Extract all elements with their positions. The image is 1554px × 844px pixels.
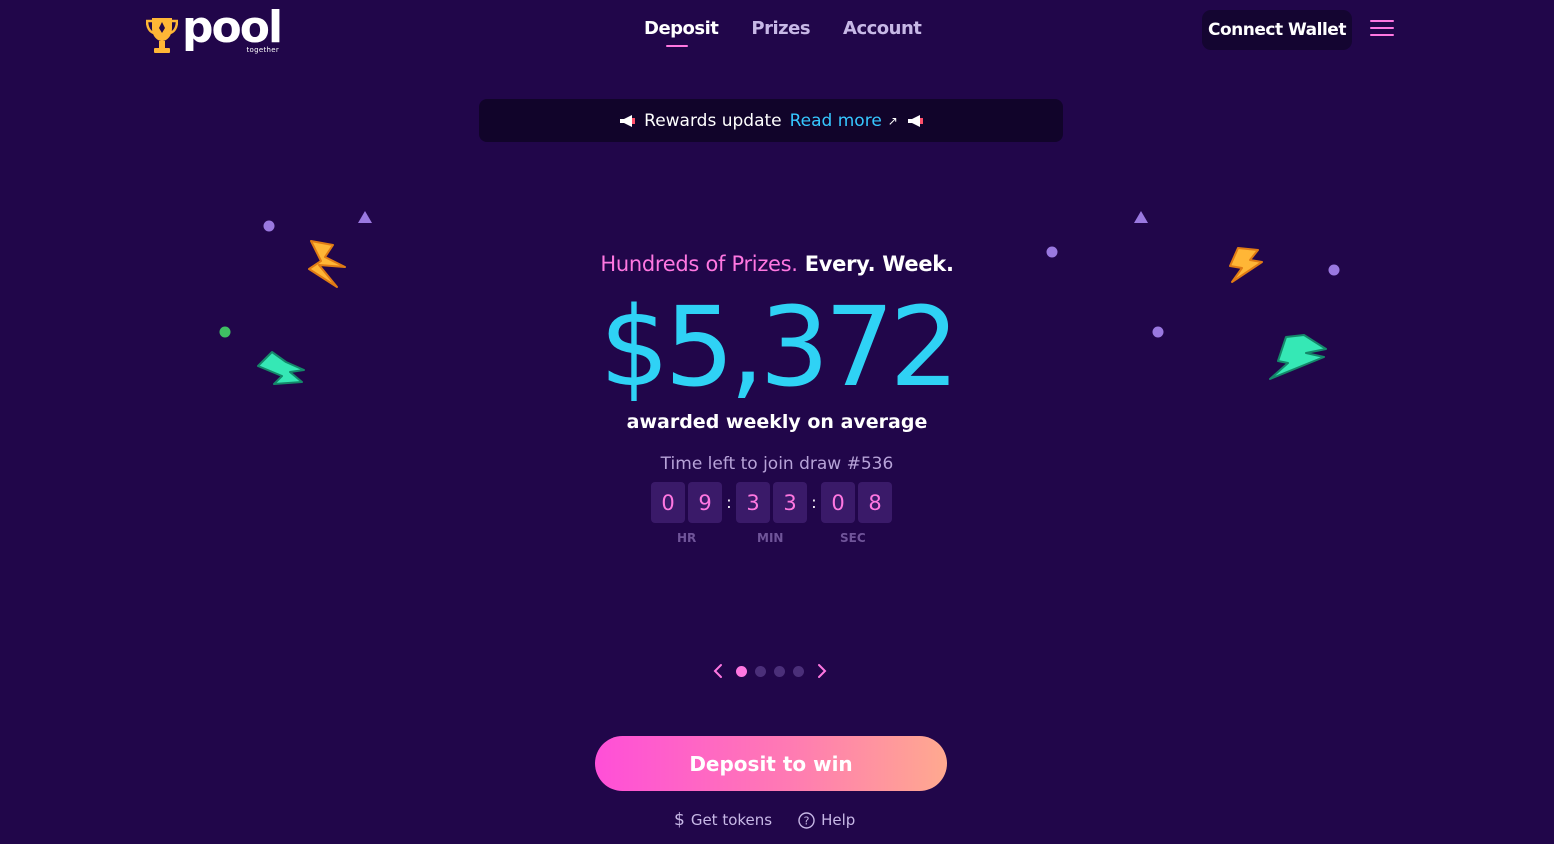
- hours-label: HR: [677, 531, 697, 545]
- main-nav: Deposit Prizes Account: [644, 18, 932, 47]
- countdown-digit: 3: [736, 482, 770, 523]
- seconds-label: SEC: [840, 531, 866, 545]
- carousel-dot-2[interactable]: [755, 665, 766, 677]
- prize-amount: $5,372: [599, 283, 960, 411]
- nav-prizes[interactable]: Prizes: [751, 18, 821, 39]
- countdown-digit: 0: [821, 482, 855, 523]
- rewards-banner: Rewards update Read more ↗: [479, 99, 1063, 142]
- megaphone-icon: [907, 114, 923, 127]
- countdown-digit: 9: [688, 482, 722, 523]
- menu-line: [1370, 34, 1394, 36]
- countdown-timer: 0 9 : 3 3 : 0 8: [651, 482, 895, 523]
- nav-account[interactable]: Account: [843, 18, 932, 39]
- headline: Hundreds of Prizes. Every. Week.: [0, 252, 1554, 276]
- headline-pink: Hundreds of Prizes.: [600, 252, 798, 276]
- countdown-digit: 0: [651, 482, 685, 523]
- countdown-digit: 3: [773, 482, 807, 523]
- chevron-left-icon[interactable]: [708, 661, 728, 681]
- help-label: Help: [821, 811, 856, 829]
- megaphone-icon: [620, 114, 636, 127]
- menu-line: [1370, 27, 1394, 29]
- get-tokens-link[interactable]: $ Get tokens: [674, 810, 772, 830]
- headline-white: Every. Week.: [804, 252, 954, 276]
- carousel-dot-1[interactable]: [736, 665, 747, 677]
- logo[interactable]: pool together: [146, 2, 283, 58]
- external-arrow-icon: ↗: [887, 113, 898, 128]
- countdown-digit: 8: [858, 482, 892, 523]
- dollar-icon: $: [674, 810, 685, 830]
- dot-decoration: [263, 220, 275, 232]
- chevron-right-icon[interactable]: [812, 661, 832, 681]
- svg-text:?: ?: [804, 814, 810, 827]
- nav-deposit[interactable]: Deposit: [644, 18, 729, 47]
- connect-wallet-button[interactable]: Connect Wallet: [1202, 10, 1352, 50]
- logo-text: pool together: [182, 2, 283, 55]
- hamburger-icon[interactable]: [1370, 20, 1394, 40]
- banner-text: Rewards update: [644, 110, 782, 131]
- minutes-label: MIN: [757, 531, 784, 545]
- help-link[interactable]: ? Help: [798, 810, 855, 830]
- page: pool together Deposit Prizes Account Con…: [0, 0, 1554, 844]
- logo-subtext: together: [246, 46, 280, 54]
- triangle-decoration: [1134, 211, 1148, 223]
- carousel-dot-3[interactable]: [774, 665, 785, 677]
- get-tokens-label: Get tokens: [690, 811, 773, 829]
- triangle-decoration: [358, 211, 372, 223]
- countdown-separator: :: [811, 493, 817, 512]
- help-icon: ?: [798, 811, 815, 829]
- footer-links: $ Get tokens ? Help: [674, 810, 855, 830]
- trophy-icon: [146, 18, 178, 53]
- draw-label: Time left to join draw #536: [660, 454, 894, 474]
- menu-line: [1370, 20, 1394, 22]
- carousel-controls: [708, 661, 832, 681]
- carousel-dot-4[interactable]: [793, 665, 804, 677]
- deposit-to-win-button[interactable]: Deposit to win: [595, 736, 947, 791]
- amount-caption: awarded weekly on average: [626, 411, 928, 433]
- read-more-link[interactable]: Read more: [790, 111, 882, 131]
- logo-word: pool: [182, 2, 283, 53]
- countdown-separator: :: [726, 493, 732, 512]
